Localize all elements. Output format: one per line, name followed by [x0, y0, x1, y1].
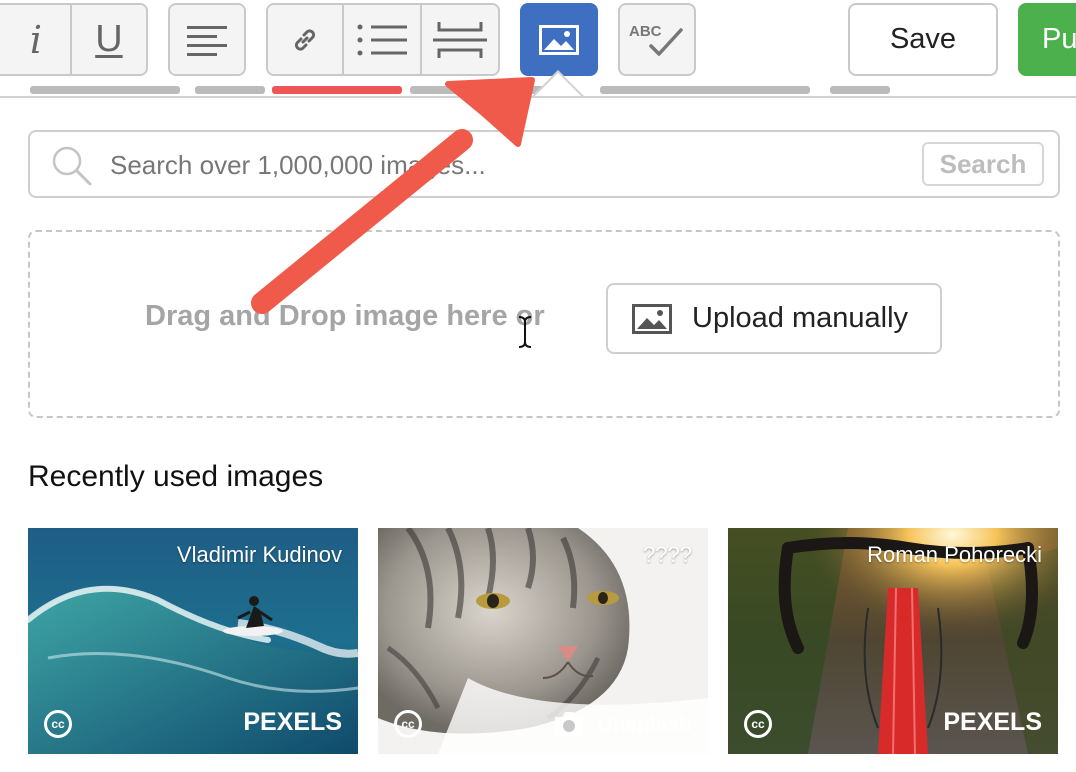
image-icon [539, 24, 579, 55]
drop-zone-text: Drag and Drop image here or [145, 300, 545, 332]
save-button[interactable]: Save [848, 3, 998, 76]
spellcheck-icon: ABC [629, 23, 683, 56]
image-author: Roman Pohorecki [867, 542, 1042, 567]
image-search-input[interactable] [110, 146, 890, 184]
recent-image-thumbnail[interactable]: ???? cc Unsplash [378, 528, 708, 754]
image-author: Vladimir Kudinov [176, 542, 342, 567]
upload-image-icon [632, 303, 672, 334]
svg-text:ABC: ABC [629, 23, 662, 40]
underline-button[interactable]: U [71, 5, 146, 74]
recently-used-title: Recently used images [28, 460, 324, 493]
cc-icon: cc [744, 710, 772, 738]
horizontal-rule-icon [433, 21, 488, 58]
image-source: Unsplash [597, 713, 692, 736]
list-icon [357, 24, 408, 55]
image-author: ???? [643, 542, 692, 567]
recent-image-thumbnail[interactable]: Roman Pohorecki cc PEXELS [728, 528, 1058, 754]
search-button[interactable]: Search [922, 142, 1044, 186]
image-source: PEXELS [243, 708, 342, 736]
image-source: PEXELS [943, 708, 1042, 736]
cc-icon: cc [44, 710, 72, 738]
insert-group [266, 3, 500, 76]
spellcheck-button[interactable]: ABC [618, 3, 696, 76]
align-group [168, 3, 246, 76]
text-style-group: i U [0, 3, 148, 76]
link-icon [294, 28, 315, 51]
bullet-list-button[interactable] [343, 5, 423, 74]
cc-icon: cc [394, 710, 422, 738]
insert-image-button[interactable] [520, 3, 598, 76]
align-left-icon [187, 25, 227, 56]
editor-toolbar: i U ABC Save Pu [0, 0, 1076, 94]
italic-button[interactable]: i [0, 5, 72, 74]
recent-image-thumbnail[interactable]: Vladimir Kudinov cc PEXELS [28, 528, 358, 754]
link-button[interactable] [268, 5, 344, 74]
camera-icon [555, 712, 583, 736]
italic-icon: i [29, 17, 42, 62]
upload-manually-button[interactable]: Upload manually [606, 283, 942, 354]
align-left-button[interactable] [170, 5, 244, 74]
text-cursor-icon [518, 316, 532, 348]
publish-button[interactable]: Pu [1018, 3, 1076, 76]
underline-icon: U [95, 18, 123, 60]
search-icon [52, 146, 92, 186]
horizontal-rule-button[interactable] [422, 5, 498, 74]
upload-button-label: Upload manually [692, 302, 909, 334]
